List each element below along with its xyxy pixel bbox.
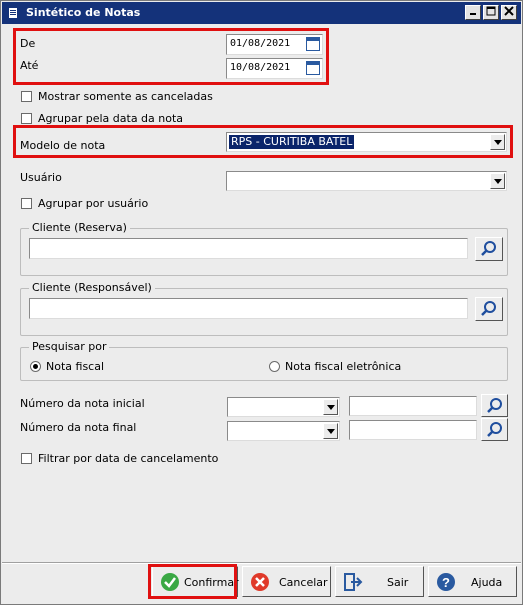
cancel-icon — [251, 573, 269, 591]
cliente-responsavel-search-button[interactable] — [475, 297, 503, 321]
svg-text:?: ? — [442, 575, 450, 590]
ate-date-value: 10/08/2021 — [230, 62, 291, 73]
sair-button[interactable]: Sair — [335, 566, 424, 597]
exit-icon — [344, 573, 363, 591]
chevron-down-icon[interactable] — [490, 173, 505, 189]
sair-label: Sair — [387, 576, 409, 589]
close-icon — [504, 6, 514, 16]
ajuda-label: Ajuda — [471, 576, 503, 589]
numero-inicial-label: Número da nota inicial — [20, 397, 145, 410]
ate-label: Até — [20, 59, 39, 72]
minimize-button[interactable] — [465, 5, 481, 20]
numero-final-input[interactable] — [349, 420, 477, 440]
agrupar-usuario-checkbox[interactable] — [21, 198, 32, 209]
numero-inicial-input[interactable] — [349, 396, 477, 416]
title-bar: Sintético de Notas — [2, 2, 521, 24]
chevron-down-icon[interactable] — [490, 134, 505, 150]
search-icon — [481, 301, 496, 316]
maximize-icon — [486, 6, 496, 16]
close-button[interactable] — [501, 5, 517, 20]
usuario-select[interactable] — [226, 171, 507, 191]
numero-inicial-select[interactable] — [227, 397, 340, 417]
radio-nota-eletronica[interactable] — [269, 361, 280, 372]
calendar-icon[interactable] — [306, 61, 320, 75]
agrupar-data-label: Agrupar pela data da nota — [38, 112, 184, 125]
filtrar-cancelamento-label: Filtrar por data de cancelamento — [38, 452, 219, 465]
numero-final-search-button[interactable] — [481, 418, 508, 441]
search-icon — [487, 398, 502, 413]
de-date-field[interactable]: 01/08/2021 — [226, 34, 323, 55]
radio-nota-fiscal[interactable] — [30, 361, 41, 372]
modelo-select[interactable]: RPS - CURITIBA BATEL — [226, 132, 507, 152]
check-icon — [161, 573, 179, 591]
filtrar-cancelamento-checkbox[interactable] — [21, 453, 32, 464]
cliente-reserva-input[interactable] — [29, 238, 468, 259]
chevron-down-icon[interactable] — [323, 423, 338, 439]
search-icon — [481, 241, 496, 256]
cancelar-button[interactable]: Cancelar — [242, 566, 331, 597]
app-icon — [9, 8, 17, 18]
pesquisar-por-legend: Pesquisar por — [29, 340, 110, 353]
numero-final-select[interactable] — [227, 421, 340, 441]
modelo-label: Modelo de nota — [20, 139, 106, 152]
cliente-reserva-search-button[interactable] — [475, 237, 503, 261]
minimize-icon — [470, 13, 476, 15]
de-date-value: 01/08/2021 — [230, 38, 291, 49]
cliente-reserva-legend: Cliente (Reserva) — [29, 221, 130, 234]
help-icon: ? — [437, 573, 455, 591]
ate-date-field[interactable]: 10/08/2021 — [226, 58, 323, 79]
footer-separator — [2, 562, 521, 564]
numero-final-label: Número da nota final — [20, 421, 137, 434]
mostrar-canceladas-checkbox[interactable] — [21, 91, 32, 102]
chevron-down-icon[interactable] — [323, 399, 338, 415]
cancelar-label: Cancelar — [279, 576, 328, 589]
window-title: Sintético de Notas — [26, 6, 141, 19]
modelo-selected-value: RPS - CURITIBA BATEL — [229, 135, 355, 149]
ajuda-button[interactable]: ? Ajuda — [428, 566, 517, 597]
radio-nota-eletronica-label: Nota fiscal eletrônica — [285, 360, 402, 373]
de-label: De — [20, 37, 36, 50]
radio-nota-fiscal-label: Nota fiscal — [46, 360, 105, 373]
agrupar-data-checkbox[interactable] — [21, 113, 32, 124]
numero-inicial-search-button[interactable] — [481, 394, 508, 417]
maximize-button[interactable] — [483, 5, 499, 20]
usuario-label: Usuário — [20, 171, 62, 184]
confirmar-button[interactable]: Confirmar — [152, 566, 239, 597]
cliente-responsavel-legend: Cliente (Responsável) — [29, 281, 155, 294]
calendar-icon[interactable] — [306, 37, 320, 51]
search-icon — [487, 422, 502, 437]
mostrar-canceladas-label: Mostrar somente as canceladas — [38, 90, 213, 103]
confirmar-label: Confirmar — [184, 576, 239, 589]
report-dialog: Sintético de Notas De 01/08/2021 Até 10/… — [0, 0, 523, 605]
agrupar-usuario-label: Agrupar por usuário — [38, 197, 149, 210]
cliente-responsavel-input[interactable] — [29, 298, 468, 319]
